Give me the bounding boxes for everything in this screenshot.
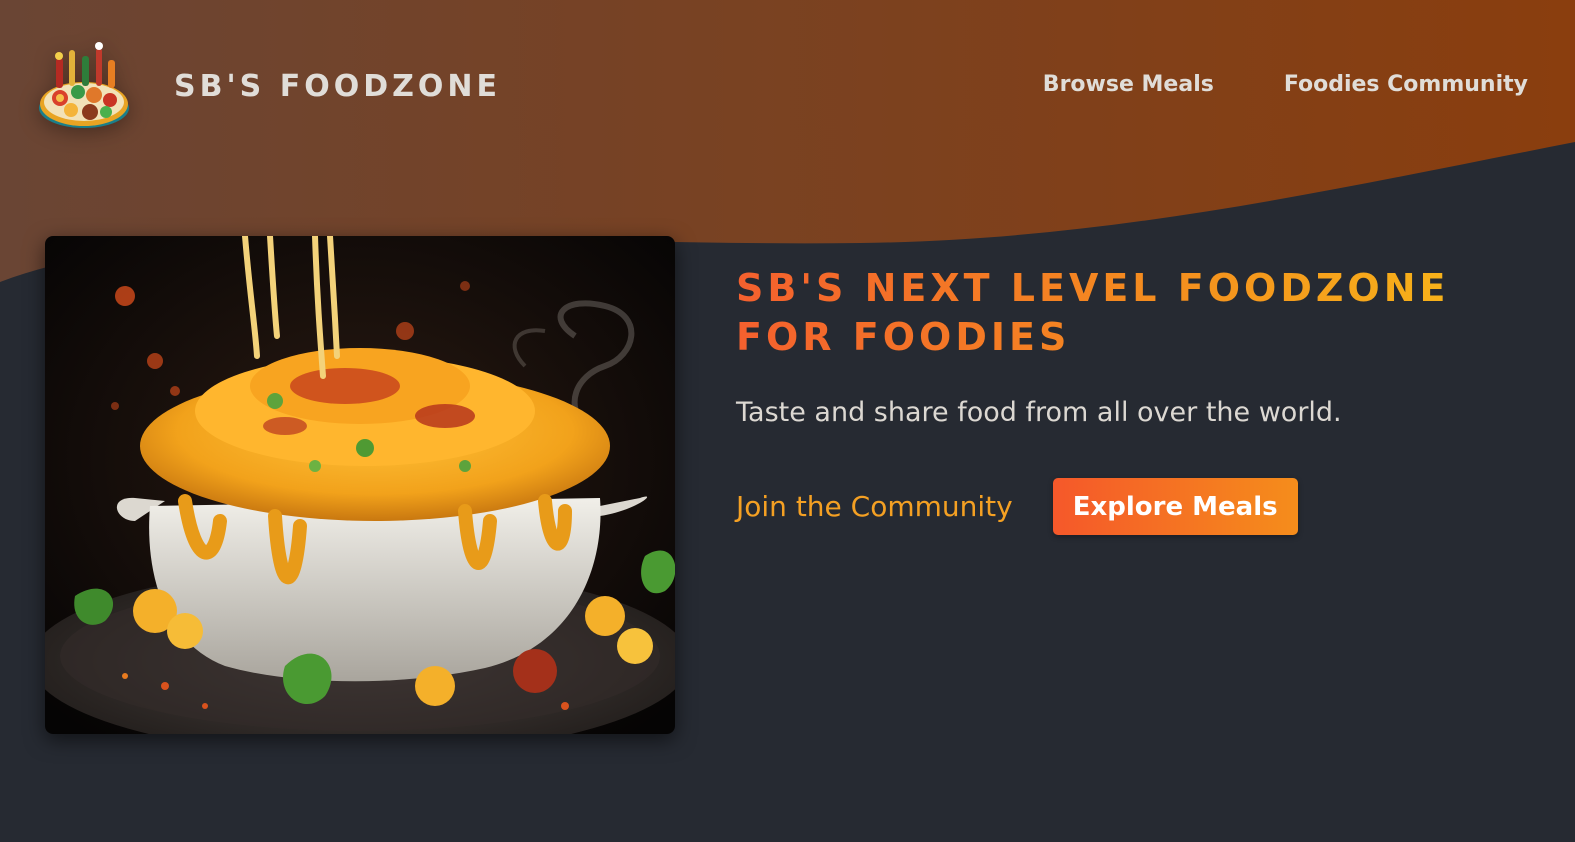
brand-name: SB'S FOODZONE xyxy=(174,68,501,104)
page: SB'S FOODZONE Browse Meals Foodies Commu… xyxy=(0,0,1575,842)
nav-link-foodies-community[interactable]: Foodies Community xyxy=(1284,72,1528,97)
explore-meals-button[interactable]: Explore Meals xyxy=(1052,478,1298,535)
nav-link-browse-meals[interactable]: Browse Meals xyxy=(1043,72,1214,97)
hero-section: SB'S NEXT LEVEL FOODZONE FOR FOODIES Tas… xyxy=(736,264,1536,535)
home-logo-link[interactable]: SB'S FOODZONE xyxy=(36,40,501,132)
main-nav: Browse Meals Foodies Community xyxy=(1043,72,1528,97)
hero-cta-group: Join the Community Explore Meals xyxy=(736,478,1536,535)
food-platter-logo-icon xyxy=(39,42,129,128)
site-header: SB'S FOODZONE Browse Meals Foodies Commu… xyxy=(0,0,1575,175)
hero-image xyxy=(45,236,675,734)
hero-tagline: Taste and share food from all over the w… xyxy=(736,397,1342,428)
hero-title: SB'S NEXT LEVEL FOODZONE FOR FOODIES xyxy=(736,264,1536,362)
mac-and-cheese-image xyxy=(45,236,675,734)
join-community-link[interactable]: Join the Community xyxy=(736,490,1013,523)
